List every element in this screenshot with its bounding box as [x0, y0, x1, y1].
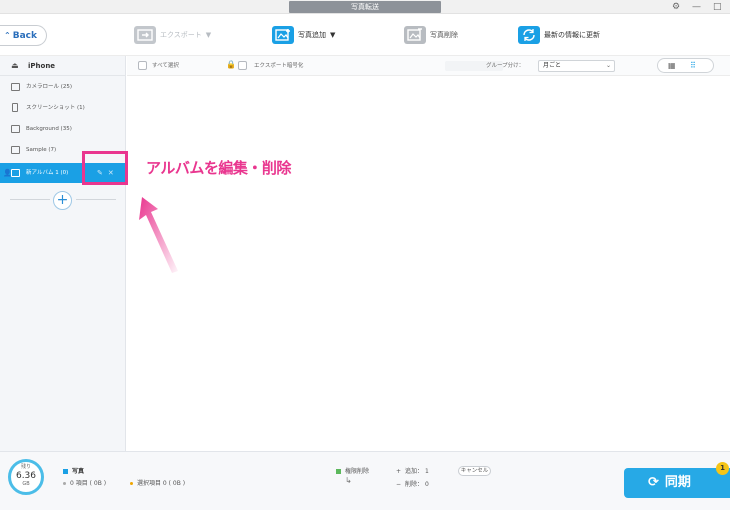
album-label: Background (35) — [26, 126, 72, 132]
image-icon — [11, 169, 20, 177]
minimize-icon[interactable]: — — [692, 1, 701, 13]
lock-icon: 🔒 — [226, 60, 236, 69]
eject-icon[interactable]: ⏏ — [11, 56, 19, 76]
photo-grid-area: すべて選択 🔒 エクスポート暗号化 グループ分け： 月ごと ⌄ ▦ ⠿ — [127, 56, 730, 451]
phone-icon — [12, 103, 18, 112]
export-button[interactable]: エクスポート ▼ — [134, 22, 211, 48]
caret-down-icon[interactable]: ▼ — [330, 31, 335, 39]
image-icon — [11, 146, 20, 154]
small-grid-icon[interactable]: ⠿ — [690, 60, 696, 72]
album-label: 新アルバム 1 (0) — [26, 170, 69, 176]
category-swatch — [63, 469, 68, 474]
add-photo-button[interactable]: 写真追加 ▼ — [272, 22, 335, 48]
sidebar-item-background[interactable]: Background (35) — [0, 119, 126, 139]
add-album-row: + — [0, 190, 126, 210]
maximize-icon[interactable]: □ — [713, 1, 722, 13]
sync-button[interactable]: ⟳ 同期 — [624, 468, 730, 498]
category-label: 写真 — [72, 468, 85, 475]
album-label: スクリーンショット (1) — [26, 105, 85, 111]
content-toolbar: すべて選択 🔒 エクスポート暗号化 グループ分け： 月ごと ⌄ ▦ ⠿ — [127, 56, 730, 76]
delete-count: − 削除： 0 — [396, 479, 429, 488]
refresh-label: 最新の情報に更新 — [544, 31, 600, 39]
add-photo-icon — [272, 26, 294, 44]
add-count-text: 追加： 1 — [405, 468, 429, 475]
storage-label: 残り — [20, 464, 31, 470]
divider — [76, 199, 116, 200]
add-album-button[interactable]: + — [53, 191, 72, 210]
encrypt-checkbox[interactable] — [238, 61, 247, 70]
sidebar: ⏏ iPhone カメラロール (25) スクリーンショット (1) Backg… — [0, 56, 126, 451]
items-row: 0 項目 ( 0B ) — [63, 478, 106, 487]
permission-row: 権限削除 — [336, 466, 369, 475]
sync-label: 同期 — [664, 475, 691, 490]
permission-label: 権限削除 — [345, 468, 370, 475]
large-grid-icon[interactable]: ▦ — [668, 60, 676, 72]
album-label: カメラロール (25) — [26, 84, 73, 90]
delete-photo-icon — [404, 26, 426, 44]
export-icon — [134, 26, 156, 44]
album-label: Sample (7) — [26, 147, 57, 153]
selected-text: 選択項目 0 ( 0B ) — [137, 480, 186, 487]
title-bar: 写真転送 ⚙ — □ — [0, 0, 730, 14]
select-all-checkbox[interactable] — [138, 61, 147, 70]
cancel-button[interactable]: キャンセル — [458, 466, 491, 476]
select-all-label: すべて選択 — [152, 63, 179, 69]
caret-down-icon[interactable]: ▼ — [206, 31, 211, 39]
device-row[interactable]: ⏏ iPhone — [0, 56, 126, 76]
selected-row: 選択項目 0 ( 0B ) — [130, 478, 185, 487]
arrow-return-icon: ↳ — [345, 476, 352, 485]
export-label: エクスポート — [160, 31, 202, 39]
minus-icon: − — [396, 481, 402, 488]
refresh-button[interactable]: 最新の情報に更新 — [518, 22, 600, 48]
items-text: 0 項目 ( 0B ) — [70, 480, 107, 487]
delete-photo-label: 写真削除 — [430, 31, 458, 39]
add-photo-label: 写真追加 — [298, 31, 326, 39]
delete-count-text: 削除： 0 — [405, 481, 429, 488]
window-title: 写真転送 — [289, 1, 441, 13]
sync-icon: ⟳ — [648, 475, 659, 490]
view-toggle: ▦ ⠿ — [657, 58, 714, 73]
back-button[interactable]: ⌃ Back — [0, 25, 47, 46]
highlight-box — [82, 151, 128, 185]
group-label: グループ分け： — [486, 63, 525, 69]
camera-icon — [11, 83, 20, 91]
permission-swatch — [336, 469, 341, 474]
storage-gauge: 残り 6.36 GB — [8, 459, 44, 495]
annotation-callout: アルバムを編集・削除 — [146, 159, 291, 177]
chevron-down-icon: ⌄ — [605, 62, 611, 69]
sidebar-item-camera-roll[interactable]: カメラロール (25) — [0, 77, 126, 97]
notification-badge: 1 — [716, 462, 729, 475]
storage-unit: GB — [22, 481, 30, 487]
storage-value: 6.36 — [15, 471, 37, 481]
gear-icon[interactable]: ⚙ — [672, 1, 680, 13]
group-select[interactable]: 月ごと ⌄ — [538, 60, 615, 72]
back-label: Back — [12, 31, 37, 41]
annotation-arrow — [139, 197, 178, 273]
group-select-value: 月ごと — [543, 62, 562, 69]
refresh-icon — [518, 26, 540, 44]
category-row: 写真 — [63, 466, 84, 475]
status-footer: 残り 6.36 GB 写真 0 項目 ( 0B ) 選択項目 0 ( 0B ) … — [0, 451, 730, 510]
add-count: + 追加： 1 — [396, 466, 429, 475]
chevron-up-icon: ⌃ — [4, 31, 11, 40]
delete-photo-button[interactable]: 写真削除 — [404, 22, 458, 48]
image-icon — [11, 125, 20, 133]
selected-dot — [130, 482, 133, 485]
toolbar: ⌃ Back エクスポート ▼ 写真追加 ▼ 写真削除 最新の情報に更新 — [0, 14, 730, 56]
sidebar-item-screenshots[interactable]: スクリーンショット (1) — [0, 98, 126, 118]
device-name: iPhone — [28, 62, 56, 70]
divider — [10, 199, 50, 200]
items-dot — [63, 482, 66, 485]
encrypt-label: エクスポート暗号化 — [254, 63, 304, 69]
plus-icon: + — [396, 468, 402, 475]
